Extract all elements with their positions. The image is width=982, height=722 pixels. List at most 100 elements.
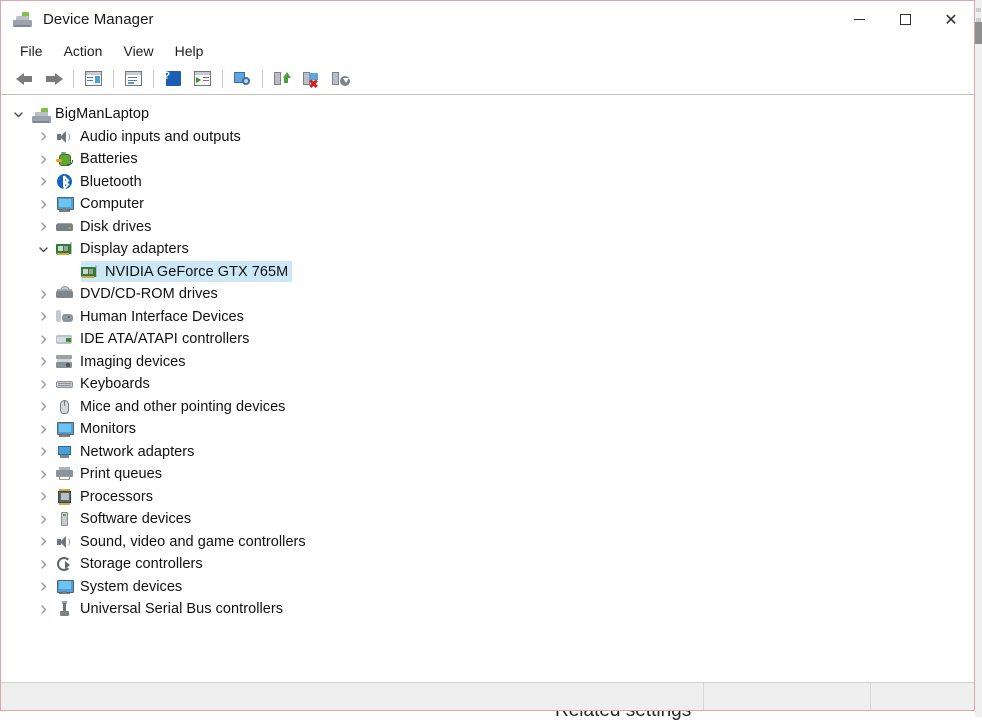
uninstall-device-button[interactable]: ✖ [297,66,326,92]
properties-button[interactable] [119,66,148,92]
tree-node[interactable]: Print queues [1,463,974,486]
chevron-right-icon[interactable] [37,423,50,436]
toolbar: ? ✖ [1,64,974,94]
chevron-right-icon[interactable] [37,355,50,368]
tree-node-content[interactable]: Audio inputs and outputs [56,126,245,147]
tree-node[interactable]: Network adapters [1,441,974,464]
chevron-right-icon[interactable] [37,490,50,503]
chevron-right-icon[interactable] [37,220,50,233]
chevron-right-icon[interactable] [37,310,50,323]
help-button[interactable]: ? [159,66,188,92]
tree-node[interactable]: System devices [1,576,974,599]
tree-node-content[interactable]: IDE ATA/ATAPI controllers [56,329,253,350]
tree-node-content[interactable]: Software devices [56,509,195,530]
tree-node-content[interactable]: BigManLaptop [31,104,153,125]
speaker-icon [56,534,73,550]
tree-node[interactable]: Disk drives [1,216,974,239]
chevron-right-icon[interactable] [37,130,50,143]
chevron-right-icon[interactable] [37,288,50,301]
tree-root-node[interactable]: BigManLaptop [1,103,974,126]
disable-device-button[interactable] [326,66,355,92]
title-bar[interactable]: Device Manager ✕ [1,1,974,38]
menu-view[interactable]: View [114,41,162,61]
chevron-down-icon[interactable] [12,108,25,121]
forward-button[interactable] [39,66,68,92]
update-driver-software-button[interactable] [268,66,297,92]
tree-node-content[interactable]: Bluetooth [56,171,146,192]
tree-node-content[interactable]: Sound, video and game controllers [56,531,310,552]
tree-node[interactable]: Storage controllers [1,553,974,576]
tree-node-content[interactable]: Batteries [56,149,142,170]
tree-node[interactable]: Computer [1,193,974,216]
tree-node-content[interactable]: System devices [56,576,186,597]
menu-file[interactable]: File [11,41,52,61]
tree-node-content[interactable]: Imaging devices [56,351,190,372]
chevron-placeholder [62,265,75,278]
back-arrow-icon [15,70,35,88]
tree-node[interactable]: Display adapters [1,238,974,261]
device-tree[interactable]: BigManLaptop Audio inputs and outputs Batt… [1,96,974,671]
tree-node-content[interactable]: Print queues [56,464,166,485]
update-driver-icon [193,70,213,88]
chevron-right-icon[interactable] [37,468,50,481]
close-button[interactable]: ✕ [928,1,974,38]
tree-node-content[interactable]: Processors [56,486,157,507]
tree-node[interactable]: Imaging devices [1,351,974,374]
background-scrollbar[interactable] [975,0,982,717]
tree-node[interactable]: Mice and other pointing devices [1,396,974,419]
toolbar-separator [73,70,74,88]
tree-node-content[interactable]: Monitors [56,419,140,440]
forward-arrow-icon [44,70,64,88]
chevron-right-icon[interactable] [37,153,50,166]
back-button[interactable] [10,66,39,92]
chevron-down-icon[interactable] [37,243,50,256]
tree-node[interactable]: Audio inputs and outputs [1,126,974,149]
chevron-right-icon[interactable] [37,513,50,526]
tree-node[interactable]: Monitors [1,418,974,441]
tree-node-content[interactable]: NVIDIA GeForce GTX 765M [81,261,293,283]
tree-node-content[interactable]: Human Interface Devices [56,306,248,327]
imaging-device-icon [56,354,73,370]
tree-node-content[interactable]: Universal Serial Bus controllers [56,599,287,620]
chevron-right-icon[interactable] [37,535,50,548]
show-hide-console-tree-button[interactable] [79,66,108,92]
background-scrollbar-thumb[interactable] [975,22,982,44]
tree-node[interactable]: Processors [1,486,974,509]
tree-node[interactable]: NVIDIA GeForce GTX 765M [1,261,974,284]
tree-node[interactable]: Sound, video and game controllers [1,531,974,554]
chevron-right-icon[interactable] [37,175,50,188]
scrollbar-mark [976,8,981,12]
chevron-right-icon[interactable] [37,603,50,616]
tree-node-content[interactable]: Storage controllers [56,554,207,575]
tree-node[interactable]: Software devices [1,508,974,531]
tree-node[interactable]: DVD/CD-ROM drives [1,283,974,306]
menu-action[interactable]: Action [55,41,112,61]
device-manager-window: Device Manager ✕ File Action View Help ?… [0,0,975,711]
minimize-button[interactable] [836,1,882,38]
menu-help[interactable]: Help [166,41,213,61]
chevron-right-icon[interactable] [37,558,50,571]
chevron-right-icon[interactable] [37,333,50,346]
tree-node[interactable]: Bluetooth [1,171,974,194]
tree-node[interactable]: Batteries [1,148,974,171]
tree-node-content[interactable]: Keyboards [56,374,154,395]
tree-node-content[interactable]: DVD/CD-ROM drives [56,284,222,305]
chevron-right-icon[interactable] [37,378,50,391]
tree-node-label: Monitors [80,421,136,438]
tree-node[interactable]: Universal Serial Bus controllers [1,598,974,621]
maximize-button[interactable] [882,1,928,38]
update-driver-button[interactable] [188,66,217,92]
chevron-right-icon[interactable] [37,400,50,413]
tree-node-content[interactable]: Computer [56,194,148,215]
tree-node-content[interactable]: Mice and other pointing devices [56,396,289,417]
tree-node-content[interactable]: Disk drives [56,216,155,237]
tree-node-content[interactable]: Display adapters [56,239,193,260]
chevron-right-icon[interactable] [37,445,50,458]
chevron-right-icon[interactable] [37,198,50,211]
scan-for-hardware-changes-button[interactable] [228,66,257,92]
tree-node-content[interactable]: Network adapters [56,441,198,462]
chevron-right-icon[interactable] [37,580,50,593]
tree-node[interactable]: Keyboards [1,373,974,396]
tree-node[interactable]: Human Interface Devices [1,306,974,329]
tree-node[interactable]: IDE ATA/ATAPI controllers [1,328,974,351]
